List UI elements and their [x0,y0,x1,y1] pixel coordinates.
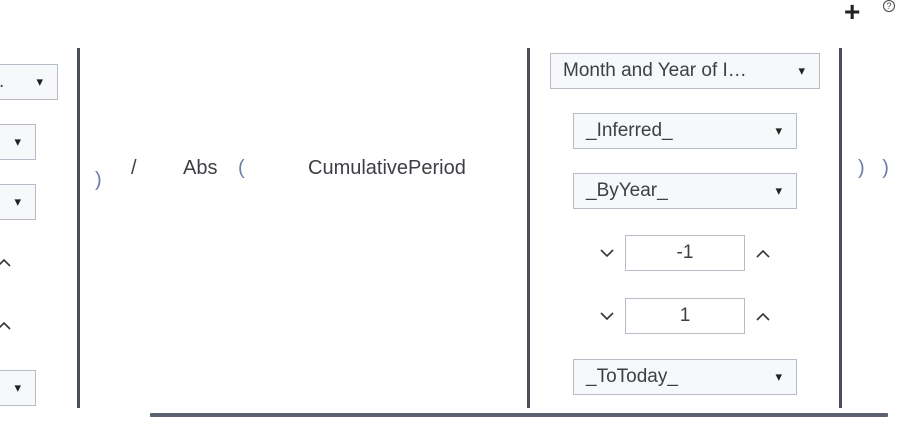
to-today-dropdown[interactable]: _ToToday_ ▾ [573,359,797,395]
open-paren-token: ( [238,157,245,179]
left-dropdown-2[interactable]: ▾ [0,124,36,160]
inferred-dropdown[interactable]: _Inferred_ ▾ [573,113,797,149]
close-parens-token: ) ) [858,157,895,179]
chevron-up-icon[interactable] [753,306,773,326]
chevron-down-icon[interactable] [597,306,617,326]
cumulative-period-function[interactable]: CumulativePeriod [308,157,466,180]
divide-operator[interactable]: / [131,157,137,180]
separator-left [77,48,80,408]
triangle-down-icon: ▾ [775,123,782,138]
left-dropdown-1[interactable]: . ▾ [0,64,58,100]
horizontal-scrollbar[interactable] [150,413,888,417]
separator-middle [527,48,530,408]
triangle-down-icon: ▾ [775,183,782,198]
by-year-dropdown[interactable]: _ByYear_ ▾ [573,173,797,209]
chevron-up-icon[interactable] [0,252,14,272]
chevron-down-icon[interactable] [597,243,617,263]
chevron-up-icon[interactable] [753,243,773,263]
triangle-down-icon: ▾ [14,194,21,209]
by-year-label: _ByYear_ [586,180,668,201]
triangle-down-icon: ▾ [14,380,21,395]
triangle-down-icon: ▾ [775,369,782,384]
month-year-dropdown[interactable]: Month and Year of I… ▾ [550,53,820,89]
offset-start-input[interactable]: -1 [625,235,745,271]
offset-end-input[interactable]: 1 [625,298,745,334]
help-icon[interactable]: ? [883,0,895,12]
inferred-label: _Inferred_ [586,120,673,141]
chevron-up-icon[interactable] [0,315,14,335]
left-dropdown-3[interactable]: ▾ [0,184,36,220]
separator-right [839,48,842,408]
triangle-down-icon: ▾ [798,63,805,78]
left-dropdown-1-label: . [0,71,4,93]
to-today-label: _ToToday_ [586,366,678,387]
triangle-down-icon: ▾ [14,134,21,149]
left-dropdown-4[interactable]: ▾ [0,370,36,406]
add-button[interactable]: + [844,0,860,28]
triangle-down-icon: ▾ [36,74,43,89]
close-paren-token: ) [95,169,102,191]
abs-function[interactable]: Abs [183,157,217,180]
month-year-label: Month and Year of I… [563,60,747,81]
